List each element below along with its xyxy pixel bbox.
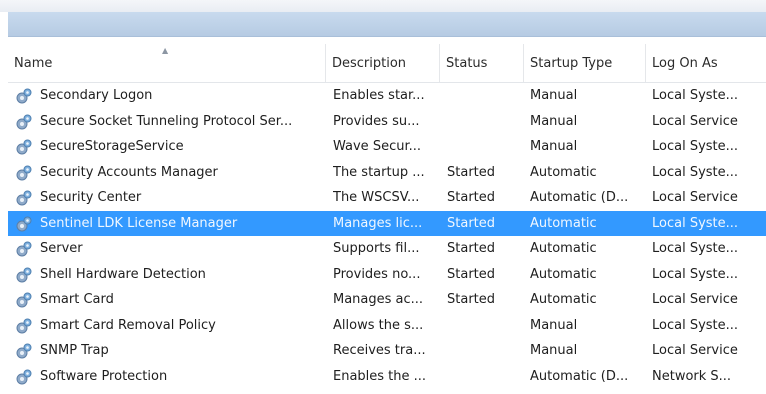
column-header-startup-type[interactable]: Startup Type [524, 44, 646, 82]
service-row[interactable]: Server Supports fil... Started Automatic… [8, 236, 766, 262]
service-description: Provides no... [333, 266, 421, 282]
column-header-log-on-as[interactable]: Log On As [646, 44, 766, 82]
service-status [447, 364, 521, 390]
services-rows: Secondary Logon Enables star... Manual L… [8, 83, 766, 389]
service-startup-type: Automatic (D... [530, 190, 629, 205]
service-row[interactable]: Shell Hardware Detection Provides no... … [8, 262, 766, 288]
service-log-on-as: Local Syste... [652, 317, 739, 333]
service-status [447, 134, 521, 160]
service-name: Security Accounts Manager [40, 164, 218, 180]
service-log-on-as: Local Syste... [652, 88, 739, 103]
service-name: SecureStorageService [40, 139, 184, 154]
service-startup-type: Manual [530, 139, 578, 154]
service-description: Provides su... [333, 113, 420, 129]
column-header-description-label: Description [332, 56, 407, 71]
toolbar-band [8, 12, 766, 37]
service-name: Server [40, 241, 83, 256]
service-description: Enables the ... [333, 368, 427, 384]
service-log-on-as: Local Syste... [652, 139, 739, 154]
service-log-on-as: Local Service [652, 343, 738, 358]
service-startup-type: Automatic [530, 164, 597, 180]
service-name: Sentinel LDK License Manager [40, 215, 238, 231]
window-top-edge [0, 0, 766, 12]
service-startup-type: Automatic [530, 215, 597, 231]
service-status [447, 338, 521, 364]
service-description: Allows the s... [333, 317, 424, 333]
service-log-on-as: Local Service [652, 190, 738, 205]
services-list[interactable]: Name ▲ Description Status Startup Type L… [8, 44, 766, 394]
service-row[interactable]: SecureStorageService Wave Secur... Manua… [8, 134, 766, 160]
column-header-startup-type-label: Startup Type [530, 56, 613, 71]
service-name: Secondary Logon [40, 88, 153, 103]
service-description: The WSCSV... [333, 190, 420, 205]
service-name: Shell Hardware Detection [40, 266, 206, 282]
service-status [447, 83, 521, 109]
service-log-on-as: Local Syste... [652, 241, 739, 256]
service-name: Smart Card [40, 292, 114, 307]
service-startup-type: Manual [530, 317, 578, 333]
service-description: Supports fil... [333, 241, 420, 256]
service-status [447, 313, 521, 339]
service-description: Enables star... [333, 88, 425, 103]
service-startup-type: Automatic (D... [530, 368, 629, 384]
service-row[interactable]: Software Protection Enables the ... Auto… [8, 364, 766, 390]
service-log-on-as: Local Service [652, 113, 738, 129]
service-status: Started [447, 266, 496, 282]
service-row[interactable]: Security Accounts Manager The startup ..… [8, 160, 766, 186]
service-status: Started [447, 215, 496, 231]
column-header-status-label: Status [446, 56, 488, 71]
service-startup-type: Automatic [530, 241, 597, 256]
service-name: Software Protection [40, 368, 168, 384]
service-name: Secure Socket Tunneling Protocol Ser... [40, 113, 293, 129]
service-log-on-as: Network S... [652, 368, 732, 384]
column-header-name[interactable]: Name ▲ [8, 44, 326, 82]
service-name: Security Center [40, 190, 142, 205]
service-row[interactable]: Security Center The WSCSV... Started Aut… [8, 185, 766, 211]
column-header-status[interactable]: Status [440, 44, 524, 82]
column-header-row: Name ▲ Description Status Startup Type L… [8, 44, 766, 83]
service-row[interactable]: Secure Socket Tunneling Protocol Ser... … [8, 109, 766, 135]
service-startup-type: Manual [530, 343, 578, 358]
service-row[interactable]: Smart Card Removal Policy Allows the s..… [8, 313, 766, 339]
service-status: Started [447, 292, 496, 307]
service-description: Wave Secur... [333, 139, 421, 154]
service-status: Started [447, 164, 496, 180]
service-log-on-as: Local Syste... [652, 266, 739, 282]
service-startup-type: Manual [530, 113, 578, 129]
service-row[interactable]: Smart Card Manages ac... Started Automat… [8, 287, 766, 313]
service-status: Started [447, 190, 496, 205]
service-log-on-as: Local Syste... [652, 215, 739, 231]
service-name: Smart Card Removal Policy [40, 317, 216, 333]
service-startup-type: Manual [530, 88, 578, 103]
service-row[interactable]: Sentinel LDK License Manager Manages lic… [8, 210, 766, 236]
service-row[interactable]: SNMP Trap Receives tra... Manual Local S… [8, 338, 766, 364]
column-header-log-on-as-label: Log On As [652, 56, 718, 71]
column-header-name-label: Name [14, 56, 53, 71]
service-name: SNMP Trap [40, 343, 109, 358]
service-description: Receives tra... [333, 343, 426, 358]
service-description: Manages lic... [333, 215, 423, 231]
sort-ascending-icon: ▲ [162, 46, 169, 55]
service-log-on-as: Local Service [652, 292, 738, 307]
service-status: Started [447, 241, 496, 256]
column-header-description[interactable]: Description [326, 44, 440, 82]
service-log-on-as: Local Syste... [652, 164, 739, 180]
service-description: The startup ... [333, 164, 425, 180]
service-startup-type: Automatic [530, 292, 597, 307]
service-description: Manages ac... [333, 292, 424, 307]
service-status [447, 109, 521, 135]
service-startup-type: Automatic [530, 266, 597, 282]
service-row[interactable]: Secondary Logon Enables star... Manual L… [8, 83, 766, 109]
